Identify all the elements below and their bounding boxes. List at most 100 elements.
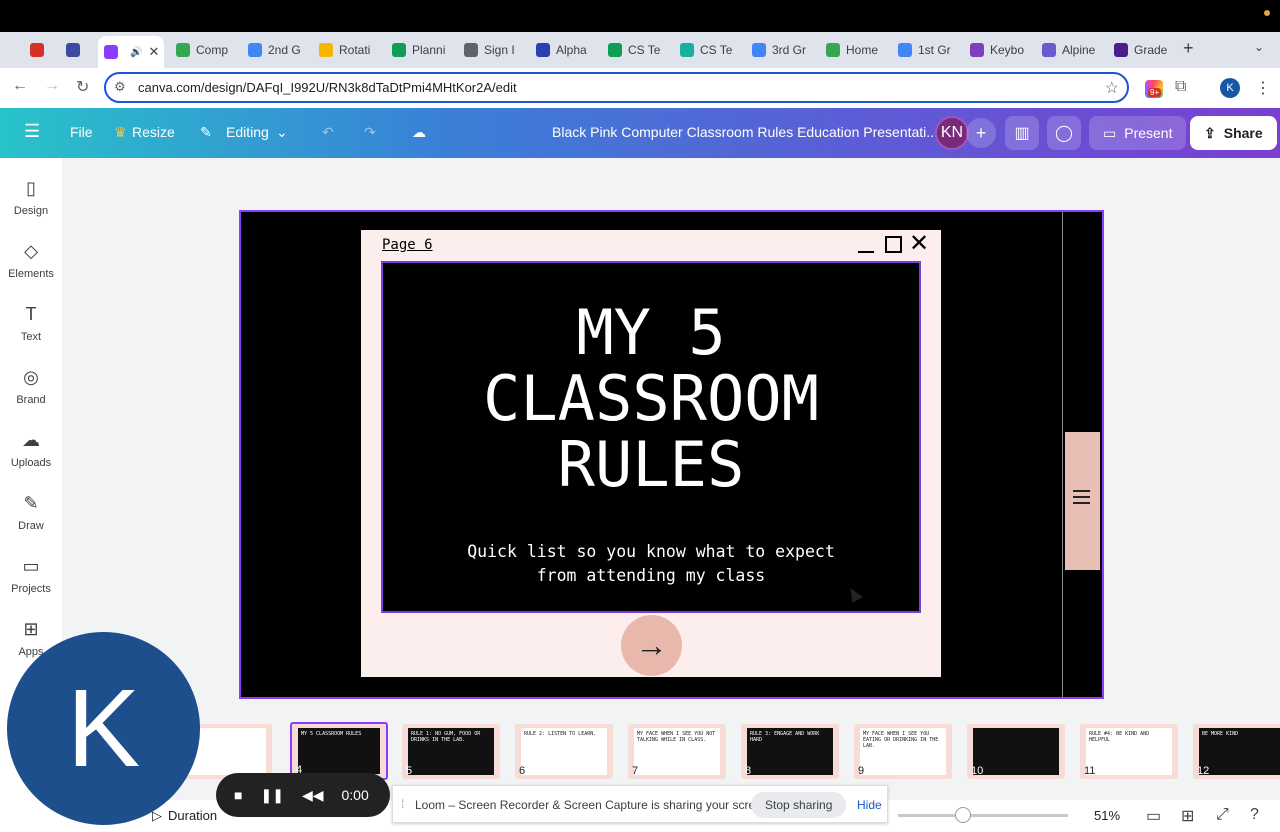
page-thumbnail[interactable]: RULE 3: ENGAGE AND WORK HARD 8 <box>741 724 839 779</box>
next-arrow-icon[interactable]: → <box>621 615 682 676</box>
add-collaborator-icon[interactable]: + <box>966 118 996 148</box>
sidebar-item-uploads[interactable]: ☁ Uploads <box>0 430 62 469</box>
help-icon[interactable]: ? <box>1250 806 1259 824</box>
document-title[interactable]: Black Pink Computer Classroom Rules Educ… <box>552 124 938 140</box>
browser-tab[interactable]: Home <box>820 36 888 64</box>
sidebar-item-label: Draw <box>18 520 44 532</box>
browser-tab[interactable]: Keybo <box>964 36 1032 64</box>
tab-favicon-icon <box>680 43 694 57</box>
address-bar[interactable]: ⚙ canva.com/design/DAFqI_I992U/RN3k8dTaD… <box>104 72 1129 103</box>
brand-icon: ◎ <box>23 367 39 387</box>
browser-tab[interactable]: Alpine <box>1036 36 1104 64</box>
hide-notice-link[interactable]: Hide <box>857 798 882 812</box>
share-button[interactable]: ⇪ Share <box>1190 116 1277 150</box>
browser-tab[interactable]: CS Te <box>602 36 670 64</box>
page-number: 6 <box>519 765 526 777</box>
present-button[interactable]: ▭ Present <box>1089 116 1187 150</box>
extensions-puzzle-icon[interactable]: ⧉ <box>1175 78 1186 96</box>
recording-black-bar <box>0 0 1280 32</box>
menu-hamburger-icon[interactable]: ☰ <box>24 121 40 142</box>
title-line-3: RULES <box>557 428 745 501</box>
site-settings-icon[interactable]: ⚙ <box>114 79 126 95</box>
browser-tab[interactable]: Planni <box>386 36 454 64</box>
present-label: Present <box>1124 125 1173 141</box>
grid-view-icon[interactable]: ⊞ <box>1181 806 1194 826</box>
thumbnail-preview: RULE 2: LISTEN TO LEARN. <box>521 728 607 775</box>
insights-chart-icon[interactable]: ▥ <box>1005 116 1039 150</box>
tab-close-icon[interactable]: ✕ <box>148 44 159 60</box>
file-menu[interactable]: File <box>70 124 93 140</box>
sidebar-item-elements[interactable]: ◇ Elements <box>0 241 62 280</box>
page-thumbnail[interactable]: 10 <box>967 724 1065 779</box>
notes-icon[interactable]: ▭ <box>1146 806 1161 826</box>
browser-tab[interactable]: Rotati <box>313 36 383 64</box>
slide-subtitle[interactable]: Quick list so you know what to expect fr… <box>381 540 921 588</box>
sidebar-item-draw[interactable]: ✎ Draw <box>0 493 62 532</box>
sidebar-item-design[interactable]: ▯ Design <box>0 178 62 217</box>
tab-favicon-icon <box>319 43 333 57</box>
reload-icon[interactable]: ↻ <box>76 77 89 97</box>
page-thumbnail[interactable]: RULE #4: BE KIND AND HELPFUL 11 <box>1080 724 1178 779</box>
new-tab-button[interactable]: + <box>1183 38 1194 59</box>
page-thumbnail[interactable]: RULE 2: LISTEN TO LEARN. 6 <box>515 724 613 779</box>
sidebar-item-projects[interactable]: ▭ Projects <box>0 556 62 595</box>
sidebar-item-label: Elements <box>8 268 54 280</box>
duration-control[interactable]: ▷ Duration <box>152 808 217 824</box>
crown-icon: ♛ <box>114 124 127 140</box>
sidebar-item-text[interactable]: T Text <box>0 304 62 343</box>
page-thumbnail[interactable]: MY FACE WHEN I SEE YOU NOT TALKING WHILE… <box>628 724 726 779</box>
page-thumbnail[interactable]: MY FACE WHEN I SEE YOU EATING OR DRINKIN… <box>854 724 952 779</box>
zoom-slider[interactable] <box>898 814 1068 817</box>
undo-icon[interactable]: ↶ <box>322 124 334 141</box>
tab-audio-icon[interactable]: 🔊 <box>130 47 142 58</box>
thumbnail-preview: BE MORE KIND <box>1199 728 1280 775</box>
slide-title[interactable]: MY 5 CLASSROOM RULES <box>381 300 921 498</box>
chevron-down-icon[interactable]: ⌄ <box>276 124 288 141</box>
sharing-message: Loom – Screen Recorder & Screen Capture … <box>415 798 772 812</box>
browser-tab[interactable] <box>60 36 92 64</box>
browser-tab[interactable]: 3rd Gr <box>746 36 816 64</box>
browser-menu-icon[interactable]: ⋮ <box>1255 78 1271 98</box>
subtitle-line-1: Quick list so you know what to expect <box>467 542 835 561</box>
sidebar-item-brand[interactable]: ◎ Brand <box>0 367 62 406</box>
fullscreen-icon[interactable]: ⤢ <box>1216 806 1229 824</box>
browser-tab[interactable] <box>24 36 54 64</box>
resize-button[interactable]: Resize <box>132 124 175 140</box>
page-thumbnail[interactable]: RULE 1: NO GUM, FOOD OR DRINKS IN THE LA… <box>402 724 500 779</box>
extension-badge-count: 9+ <box>1148 88 1162 97</box>
browser-tab[interactable]: 1st Gr <box>892 36 960 64</box>
recording-indicator-icon <box>1264 10 1270 16</box>
stop-recording-icon[interactable]: ■ <box>234 787 242 803</box>
comment-icon[interactable]: ◯ <box>1047 116 1081 150</box>
bookmark-star-icon[interactable]: ☆ <box>1105 78 1119 98</box>
sidebar-item-label: Brand <box>16 394 46 406</box>
page-thumbnail[interactable]: MY 5 CLASSROOM RULES 4 <box>290 722 388 780</box>
browser-tab[interactable]: Sign I <box>458 36 526 64</box>
thumbnail-preview: MY FACE WHEN I SEE YOU EATING OR DRINKIN… <box>860 728 946 775</box>
forward-arrow-icon[interactable]: → <box>44 77 60 95</box>
back-arrow-icon[interactable]: ← <box>12 77 28 95</box>
browser-tab[interactable]: Grade <box>1108 36 1176 64</box>
stop-sharing-button[interactable]: Stop sharing <box>751 792 847 818</box>
page-number: 5 <box>406 765 413 777</box>
zoom-percentage[interactable]: 51% <box>1094 808 1120 823</box>
browser-tab[interactable]: 2nd G <box>242 36 310 64</box>
drag-handle-icon[interactable]: ⁞ <box>401 797 404 811</box>
browser-tab[interactable]: Comp <box>170 36 238 64</box>
collaborator-avatar[interactable]: KN <box>935 116 969 150</box>
tab-label: Planni <box>412 43 446 57</box>
redo-icon[interactable]: ↷ <box>364 124 376 141</box>
page-thumbnail[interactable]: BE MORE KIND 12 <box>1193 724 1280 779</box>
sidebar-item-label: Projects <box>11 583 51 595</box>
tab-search-chevron-icon[interactable]: ⌄ <box>1254 40 1264 54</box>
rewind-icon[interactable]: ◀◀ <box>302 787 324 804</box>
pause-icon[interactable]: ❚❚ <box>260 787 283 804</box>
loom-camera-bubble[interactable]: K <box>7 632 200 825</box>
browser-tab[interactable]: 🔊 ✕ <box>98 36 164 68</box>
browser-tab[interactable]: Alpha <box>530 36 598 64</box>
zoom-slider-knob[interactable] <box>954 807 971 823</box>
browser-profile-avatar[interactable]: K <box>1220 78 1240 98</box>
browser-tab[interactable]: CS Te <box>674 36 742 64</box>
editing-mode-dropdown[interactable]: Editing <box>226 124 269 140</box>
cloud-saved-icon[interactable]: ☁ <box>412 124 426 141</box>
